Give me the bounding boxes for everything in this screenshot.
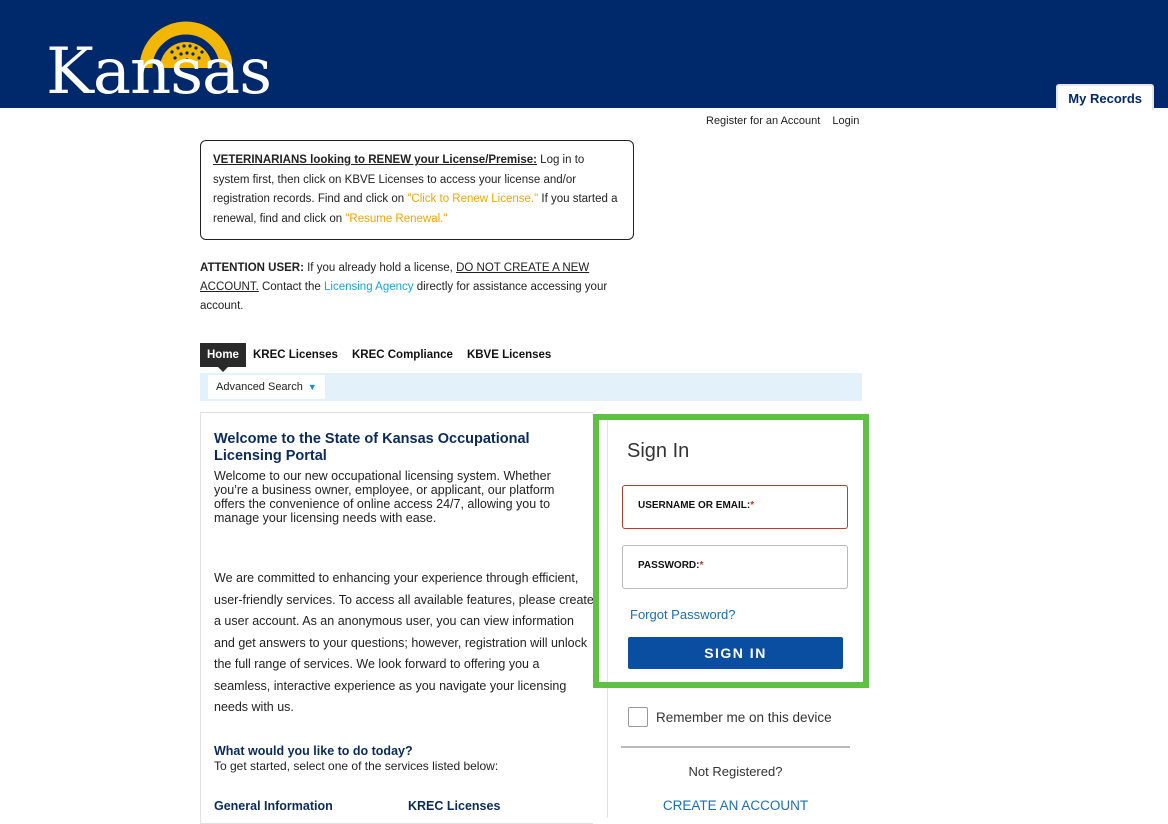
general-information-heading[interactable]: General Information (214, 799, 333, 813)
tab-krec-licenses[interactable]: KREC Licenses (246, 343, 345, 367)
advanced-search-label: Advanced Search (216, 381, 303, 393)
welcome-title: Welcome to the State of Kansas Occupatio… (214, 431, 530, 464)
divider (621, 746, 850, 748)
notice-heading: VETERINARIANS looking to RENEW your Lice… (213, 154, 537, 166)
tab-krec-compliance[interactable]: KREC Compliance (345, 343, 460, 367)
main-nav-tabs: Home KREC Licenses KREC Compliance KBVE … (200, 343, 558, 372)
attention-text-2: Contact the (258, 281, 324, 293)
top-links: Register for an Account Login (706, 115, 868, 127)
welcome-paragraph-2: We are committed to enhancing your exper… (214, 571, 594, 714)
what-to-do-title: What would you like to do today? (214, 744, 413, 758)
remember-me-checkbox[interactable] (628, 707, 648, 727)
what-to-do-subtitle: To get started, select one of the servic… (214, 759, 499, 773)
attention-label: ATTENTION USER: (200, 262, 304, 274)
login-link[interactable]: Login (832, 115, 859, 127)
attention-notice: ATTENTION USER: If you already hold a li… (200, 259, 640, 316)
my-records-tab[interactable]: My Records (1056, 84, 1154, 110)
username-label: USERNAME OR EMAIL:* (638, 500, 755, 511)
signin-title: Sign In (627, 440, 690, 462)
welcome-panel: Welcome to the State of Kansas Occupatio… (200, 412, 594, 824)
register-link[interactable]: Register for an Account (706, 115, 820, 127)
caret-down-icon: ▼ (307, 382, 317, 392)
tab-home[interactable]: Home (200, 343, 246, 372)
veterinarian-notice: VETERINARIANS looking to RENEW your Lice… (200, 140, 634, 240)
password-field[interactable]: PASSWORD:* (622, 545, 848, 589)
site-header: Kansas My Records (0, 0, 1168, 110)
remember-me: Remember me on this device (628, 707, 832, 727)
licensing-agency-link[interactable]: Licensing Agency (324, 281, 414, 293)
create-account-link[interactable]: CREATE AN ACCOUNT (621, 798, 850, 813)
resume-renewal-link[interactable]: "Resume Renewal." (345, 213, 447, 225)
password-label: PASSWORD:* (638, 560, 704, 571)
advanced-search-dropdown[interactable]: Advanced Search ▼ (208, 375, 325, 399)
welcome-paragraph-1: Welcome to our new occupational licensin… (214, 469, 555, 525)
signin-button[interactable]: SIGN IN (628, 637, 843, 669)
kansas-logo[interactable]: Kansas (40, 10, 272, 109)
sub-nav-bar: Advanced Search ▼ (200, 373, 862, 401)
not-registered-text: Not Registered? (688, 764, 783, 779)
logo-text: Kansas (46, 35, 272, 109)
renew-license-link[interactable]: "Click to Renew License." (407, 193, 538, 205)
krec-licenses-heading[interactable]: KREC Licenses (408, 799, 500, 813)
username-field[interactable]: USERNAME OR EMAIL:* (622, 485, 848, 529)
remember-me-label: Remember me on this device (656, 709, 832, 725)
attention-text-1: If you already hold a license, (303, 262, 457, 274)
forgot-password-link[interactable]: Forgot Password? (630, 607, 736, 622)
tab-kbve-licenses[interactable]: KBVE Licenses (460, 343, 558, 367)
